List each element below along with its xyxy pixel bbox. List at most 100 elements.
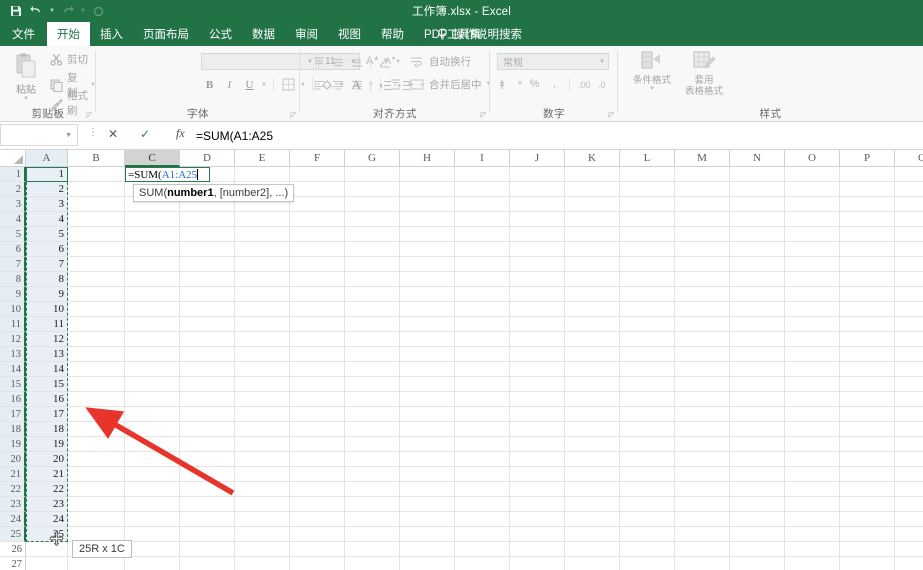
cell-F8[interactable]	[290, 272, 345, 287]
cell-M18[interactable]	[675, 422, 730, 437]
cell-D26[interactable]	[180, 542, 235, 557]
cell-F18[interactable]	[290, 422, 345, 437]
cell-M14[interactable]	[675, 362, 730, 377]
cell-N7[interactable]	[730, 257, 785, 272]
cell-J6[interactable]	[510, 242, 565, 257]
cell-J14[interactable]	[510, 362, 565, 377]
cell-H13[interactable]	[400, 347, 455, 362]
cell-A17[interactable]: 17	[26, 407, 68, 422]
cell-B21[interactable]	[68, 467, 125, 482]
cell-J18[interactable]	[510, 422, 565, 437]
cell-H25[interactable]	[400, 527, 455, 542]
cell-I20[interactable]	[455, 452, 510, 467]
cell-P3[interactable]	[840, 197, 895, 212]
cell-E21[interactable]	[235, 467, 290, 482]
cell-G19[interactable]	[345, 437, 400, 452]
cell-K11[interactable]	[565, 317, 620, 332]
cell-D25[interactable]	[180, 527, 235, 542]
cell-F26[interactable]	[290, 542, 345, 557]
cell-G14[interactable]	[345, 362, 400, 377]
cell-P15[interactable]	[840, 377, 895, 392]
cell-I16[interactable]	[455, 392, 510, 407]
cell-D22[interactable]	[180, 482, 235, 497]
cell-J1[interactable]	[510, 167, 565, 182]
cell-N21[interactable]	[730, 467, 785, 482]
cell-A15[interactable]: 15	[26, 377, 68, 392]
cell-Q18[interactable]	[895, 422, 923, 437]
column-header-G[interactable]: G	[345, 150, 400, 167]
cell-C7[interactable]	[125, 257, 180, 272]
align-center-icon[interactable]	[329, 77, 346, 93]
cell-P27[interactable]	[840, 557, 895, 570]
cell-F1[interactable]	[290, 167, 345, 182]
cell-P5[interactable]	[840, 227, 895, 242]
cell-O1[interactable]	[785, 167, 840, 182]
cell-Q17[interactable]	[895, 407, 923, 422]
cell-K20[interactable]	[565, 452, 620, 467]
cell-Q24[interactable]	[895, 512, 923, 527]
cell-K26[interactable]	[565, 542, 620, 557]
cell-A1[interactable]: 1	[26, 167, 68, 182]
cell-M7[interactable]	[675, 257, 730, 272]
cell-O6[interactable]	[785, 242, 840, 257]
cell-Q6[interactable]	[895, 242, 923, 257]
cell-Q21[interactable]	[895, 467, 923, 482]
cell-P1[interactable]	[840, 167, 895, 182]
cell-Q2[interactable]	[895, 182, 923, 197]
cell-O13[interactable]	[785, 347, 840, 362]
underline-dropdown-caret[interactable]: ▼	[261, 82, 267, 88]
cell-B27[interactable]	[68, 557, 125, 570]
cell-K6[interactable]	[565, 242, 620, 257]
cell-E17[interactable]	[235, 407, 290, 422]
cell-J15[interactable]	[510, 377, 565, 392]
cell-A5[interactable]: 5	[26, 227, 68, 242]
cell-M20[interactable]	[675, 452, 730, 467]
row-header-12[interactable]: 12	[0, 332, 26, 347]
cell-B11[interactable]	[68, 317, 125, 332]
cell-G25[interactable]	[345, 527, 400, 542]
cell-A9[interactable]: 9	[26, 287, 68, 302]
cell-K7[interactable]	[565, 257, 620, 272]
cell-L24[interactable]	[620, 512, 675, 527]
tab-data[interactable]: 数据	[242, 22, 285, 46]
cell-B22[interactable]	[68, 482, 125, 497]
cell-N8[interactable]	[730, 272, 785, 287]
cell-F13[interactable]	[290, 347, 345, 362]
cell-C22[interactable]	[125, 482, 180, 497]
tab-review[interactable]: 审阅	[285, 22, 328, 46]
cell-F9[interactable]	[290, 287, 345, 302]
cell-A4[interactable]: 4	[26, 212, 68, 227]
cell-B1[interactable]	[68, 167, 125, 182]
cell-A10[interactable]: 10	[26, 302, 68, 317]
cell-C14[interactable]	[125, 362, 180, 377]
cell-H5[interactable]	[400, 227, 455, 242]
cell-N19[interactable]	[730, 437, 785, 452]
cell-P22[interactable]	[840, 482, 895, 497]
cell-D19[interactable]	[180, 437, 235, 452]
cell-K12[interactable]	[565, 332, 620, 347]
align-left-icon[interactable]	[310, 77, 327, 93]
row-header-11[interactable]: 11	[0, 317, 26, 332]
cell-P26[interactable]	[840, 542, 895, 557]
cell-O2[interactable]	[785, 182, 840, 197]
column-header-J[interactable]: J	[510, 150, 565, 167]
cell-I1[interactable]	[455, 167, 510, 182]
cell-B18[interactable]	[68, 422, 125, 437]
cell-P17[interactable]	[840, 407, 895, 422]
cell-A2[interactable]: 2	[26, 182, 68, 197]
cell-M17[interactable]	[675, 407, 730, 422]
cell-J3[interactable]	[510, 197, 565, 212]
cell-C23[interactable]	[125, 497, 180, 512]
cell-M19[interactable]	[675, 437, 730, 452]
cell-P16[interactable]	[840, 392, 895, 407]
cut-button[interactable]: 剪切	[50, 52, 88, 67]
cell-N2[interactable]	[730, 182, 785, 197]
cell-K23[interactable]	[565, 497, 620, 512]
cell-A8[interactable]: 8	[26, 272, 68, 287]
cell-N18[interactable]	[730, 422, 785, 437]
row-header-25[interactable]: 25	[0, 527, 26, 542]
cell-H9[interactable]	[400, 287, 455, 302]
cell-J19[interactable]	[510, 437, 565, 452]
column-header-B[interactable]: B	[68, 150, 125, 167]
cell-F6[interactable]	[290, 242, 345, 257]
